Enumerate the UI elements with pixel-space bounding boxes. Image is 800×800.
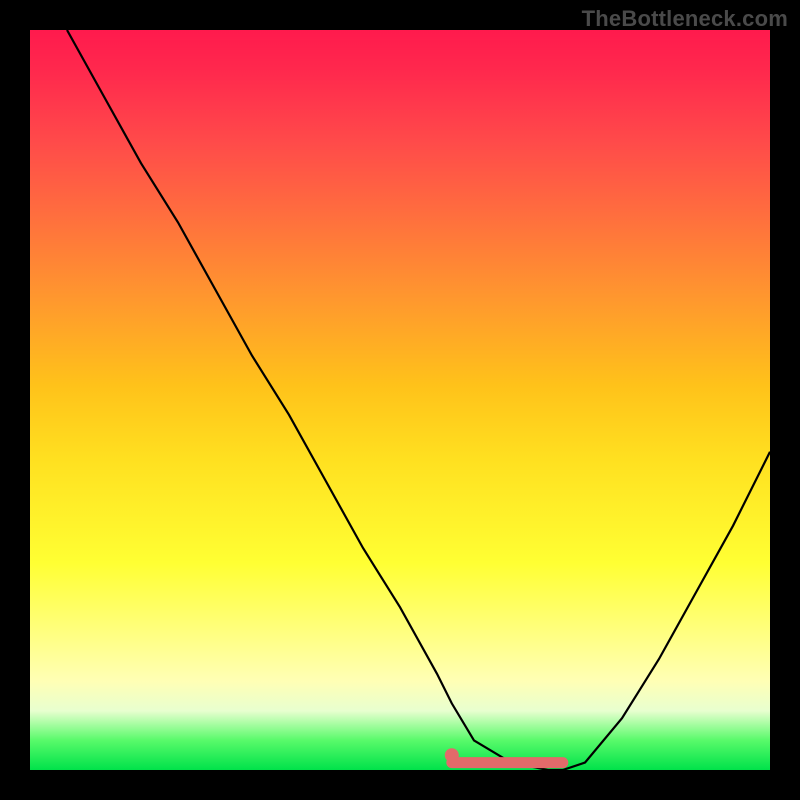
bottleneck-curve-svg: [30, 30, 770, 770]
plot-area: [30, 30, 770, 770]
bottleneck-curve: [67, 30, 770, 770]
chart-frame: TheBottleneck.com: [0, 0, 800, 800]
marker-dot: [445, 748, 459, 762]
attribution-text: TheBottleneck.com: [582, 6, 788, 32]
